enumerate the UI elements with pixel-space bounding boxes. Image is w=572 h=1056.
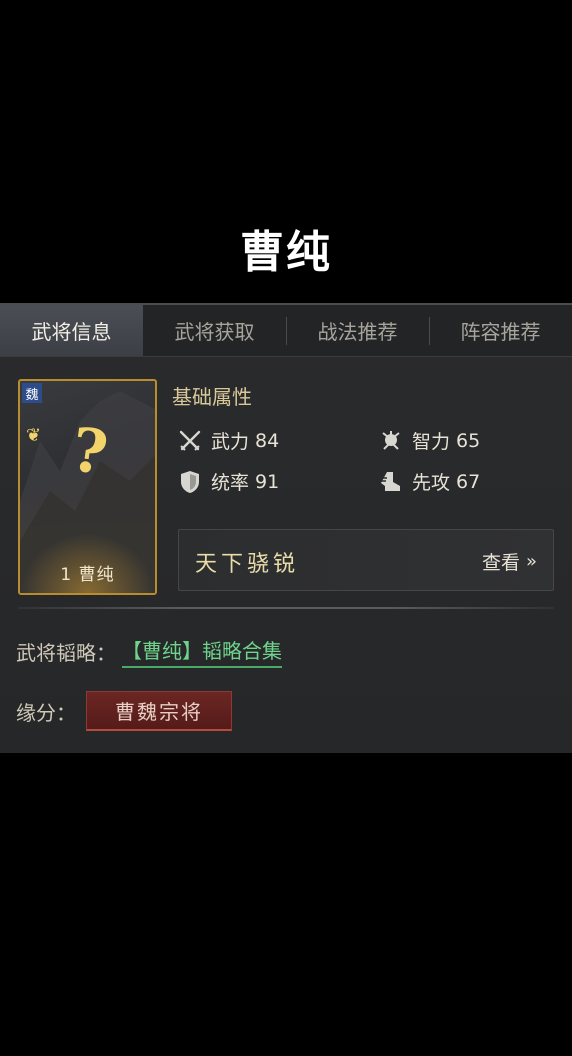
view-label: 查看 xyxy=(481,552,520,574)
stat-command: 统率 91 xyxy=(177,468,279,495)
tab-general-info[interactable]: 武将信息 xyxy=(0,305,143,356)
section-title-attributes: 基础属性 xyxy=(172,385,252,409)
general-info-panel: 武将信息 武将获取 战法推荐 阵容推荐 魏 ❦ ? 1 曹纯 基础属性 武力 8… xyxy=(0,303,572,753)
stat-label: 智力 xyxy=(412,431,451,453)
shield-icon xyxy=(177,469,203,495)
double-chevron-right-icon: » xyxy=(525,551,537,572)
trait-row[interactable]: 天下骁锐 查看 » xyxy=(178,529,554,591)
stat-value: 84 xyxy=(255,429,280,452)
strategy-link[interactable]: 【曹纯】韬略合集 xyxy=(122,635,282,668)
trait-name: 天下骁锐 xyxy=(195,552,300,577)
tab-tactic-recommend[interactable]: 战法推荐 xyxy=(286,305,429,356)
page-title: 曹纯 xyxy=(240,227,332,278)
boot-icon xyxy=(378,469,404,495)
stat-label: 武力 xyxy=(211,431,250,453)
general-card[interactable]: 魏 ❦ ? 1 曹纯 xyxy=(18,379,157,595)
tab-general-acquire[interactable]: 武将获取 xyxy=(143,305,286,356)
faction-badge: 魏 xyxy=(22,383,42,403)
strategy-row: 武将韬略： 【曹纯】韬略合集 xyxy=(16,635,282,668)
stat-value: 67 xyxy=(456,470,481,493)
card-name: 1 曹纯 xyxy=(60,565,115,585)
crossed-swords-icon xyxy=(177,428,203,454)
stat-value: 65 xyxy=(456,429,481,452)
stat-speed: 先攻 67 xyxy=(378,468,480,495)
stat-label: 统率 xyxy=(211,472,250,494)
fate-badge[interactable]: 曹魏宗将 xyxy=(86,691,232,731)
strategy-label: 武将韬略： xyxy=(16,641,116,665)
fate-label: 缘分： xyxy=(16,700,76,725)
intelligence-icon xyxy=(378,428,404,454)
feather-icon: ❦ xyxy=(26,425,42,446)
divider xyxy=(18,607,554,609)
stat-value: 91 xyxy=(255,470,280,493)
tab-bar: 武将信息 武将获取 战法推荐 阵容推荐 xyxy=(0,305,572,357)
stat-intelligence: 智力 65 xyxy=(378,427,480,454)
stat-force: 武力 84 xyxy=(177,427,279,454)
tab-lineup-recommend[interactable]: 阵容推荐 xyxy=(429,305,572,356)
stat-label: 先攻 xyxy=(412,472,451,494)
fate-row: 缘分： 曹魏宗将 xyxy=(16,691,232,731)
view-button[interactable]: 查看 » xyxy=(482,548,537,575)
